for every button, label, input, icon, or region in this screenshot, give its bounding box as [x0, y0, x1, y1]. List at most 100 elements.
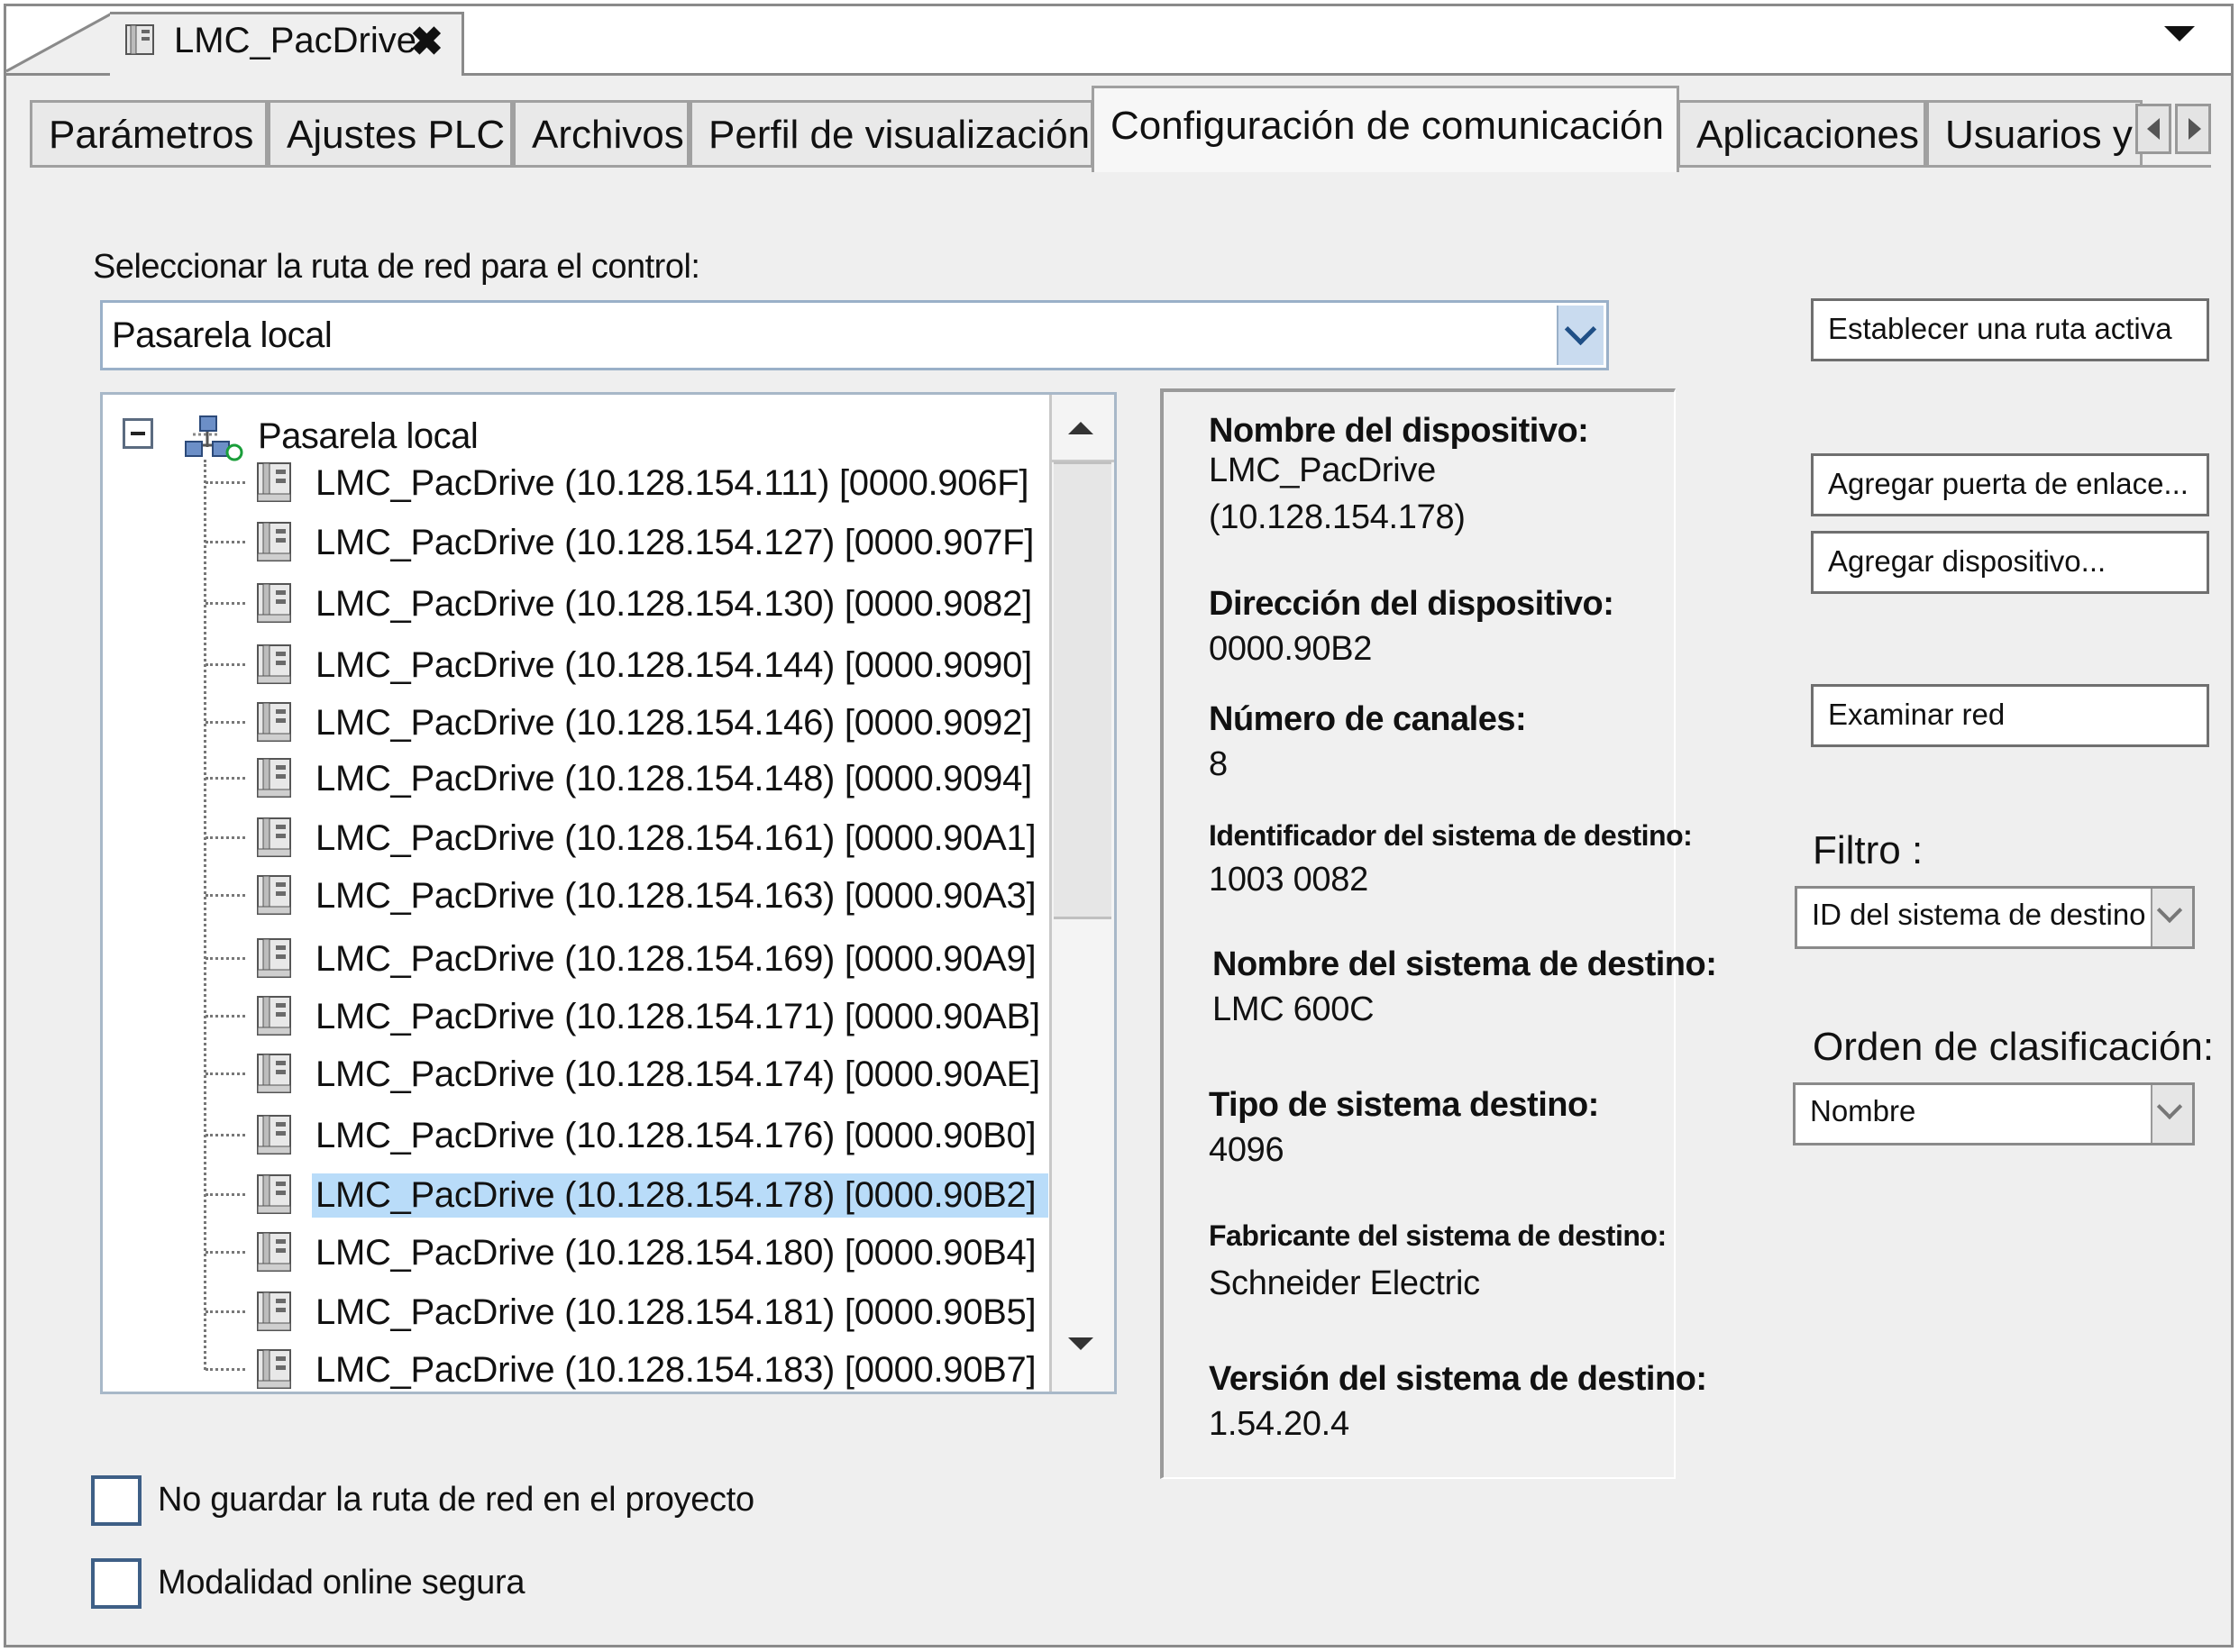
tree-node-device[interactable]: LMC_PacDrive (10.128.154.180) [0000.90B4…: [103, 1224, 1040, 1280]
plc-device-icon: [254, 699, 294, 744]
tree-node-device[interactable]: LMC_PacDrive (10.128.154.169) [0000.90A9…: [103, 930, 1040, 986]
target-version-value: 1.54.20.4: [1209, 1405, 1349, 1443]
tree-node-device[interactable]: LMC_PacDrive (10.128.154.146) [0000.9092…: [103, 694, 1040, 750]
scan-network-button[interactable]: Examinar red: [1811, 684, 2209, 747]
plc-device-icon: [254, 519, 294, 564]
vendor-label: Fabricante del sistema de destino:: [1209, 1219, 1667, 1252]
tree-node-device[interactable]: LMC_PacDrive (10.128.154.148) [0000.9094…: [103, 750, 1040, 806]
scroll-up-icon[interactable]: [1068, 422, 1093, 434]
add-device-button[interactable]: Agregar dispositivo...: [1811, 531, 2209, 594]
tree-connector: [206, 836, 245, 839]
tree-connector: [206, 957, 245, 960]
tab-ajustes-plc[interactable]: Ajustes PLC: [268, 100, 513, 165]
vendor-value: Schneider Electric: [1209, 1264, 1480, 1302]
tree-node-label: LMC_PacDrive (10.128.154.163) [0000.90A3…: [315, 876, 1037, 916]
tree-node-device[interactable]: LMC_PacDrive (10.128.154.111) [0000.906F…: [103, 454, 1040, 510]
tree-node-label: LMC_PacDrive (10.128.154.181) [0000.90B5…: [315, 1292, 1037, 1332]
target-id-label: Identificador del sistema de destino:: [1209, 819, 1693, 852]
collapse-icon[interactable]: [123, 418, 153, 449]
tree-connector: [206, 721, 245, 724]
sort-order-select-value: Nombre: [1810, 1094, 1916, 1127]
scroll-down-icon[interactable]: [1068, 1337, 1093, 1350]
tab-scroll-right-icon[interactable]: [2175, 104, 2211, 154]
plc-device-icon: [254, 580, 294, 625]
target-name-label: Nombre del sistema de destino:: [1212, 945, 1717, 983]
plc-device-icon: [254, 755, 294, 800]
chevron-down-icon[interactable]: [1557, 306, 1604, 365]
tree-connector: [206, 894, 245, 897]
sort-order-label: Orden de clasificación:: [1813, 1025, 2215, 1069]
target-id-value: 1003 0082: [1209, 861, 1368, 899]
tree-connector: [206, 663, 245, 666]
plc-device-icon: [254, 1172, 294, 1217]
tree-node-device[interactable]: LMC_PacDrive (10.128.154.176) [0000.90B0…: [103, 1107, 1040, 1163]
tree-node-label: LMC_PacDrive (10.128.154.176) [0000.90B0…: [315, 1116, 1037, 1155]
plc-device-icon: [254, 872, 294, 917]
tab-parametros[interactable]: Parámetros: [30, 100, 268, 165]
chevron-down-icon[interactable]: [2151, 1085, 2192, 1143]
set-active-path-button[interactable]: Establecer una ruta activa: [1811, 298, 2209, 361]
tree-node-device[interactable]: LMC_PacDrive (10.128.154.127) [0000.907F…: [103, 514, 1040, 570]
plc-device-icon: [254, 1289, 294, 1334]
tree-node-device[interactable]: LMC_PacDrive (10.128.154.183) [0000.90B7…: [103, 1341, 1040, 1392]
tab-scroll-left-icon[interactable]: [2135, 104, 2171, 154]
sort-order-select[interactable]: Nombre: [1793, 1082, 2195, 1145]
document-tab-bar: LMC_PacDrive ✖: [6, 6, 2231, 76]
tree-connector: [206, 1134, 245, 1136]
device-address-label: Dirección del dispositivo:: [1209, 585, 1614, 623]
secure-online-checkbox[interactable]: [91, 1558, 142, 1609]
channels-label: Número de canales:: [1209, 700, 1527, 738]
device-info-panel: Nombre del dispositivo: LMC_PacDrive (10…: [1160, 388, 1717, 1479]
plc-device-icon: [125, 24, 154, 55]
document-tab-title: LMC_PacDrive: [174, 21, 416, 60]
device-name-label: Nombre del dispositivo:: [1209, 412, 1589, 450]
route-dropdown[interactable]: Pasarela local: [100, 300, 1609, 370]
add-gateway-button[interactable]: Agregar puerta de enlace...: [1811, 453, 2209, 516]
tab-archivos[interactable]: Archivos: [513, 100, 690, 165]
device-name-value: LMC_PacDrive: [1209, 452, 1436, 489]
tree-node-device[interactable]: LMC_PacDrive (10.128.154.178) [0000.90B2…: [103, 1166, 1049, 1222]
tab-aplicaciones[interactable]: Aplicaciones: [1677, 100, 1926, 165]
plc-device-icon: [254, 993, 294, 1038]
device-tree[interactable]: Pasarela local LMC_PacDrive (10.128.154.…: [100, 392, 1117, 1394]
tab-usuarios-grupos[interactable]: Usuarios y grupos: [1926, 100, 2143, 165]
tree-connector: [206, 1310, 245, 1313]
tree-node-label: LMC_PacDrive (10.128.154.178) [0000.90B2…: [312, 1173, 1049, 1218]
plc-device-icon: [254, 1346, 294, 1392]
tree-node-device[interactable]: LMC_PacDrive (10.128.154.181) [0000.90B5…: [103, 1283, 1040, 1339]
close-icon[interactable]: ✖: [410, 23, 443, 62]
chevron-down-icon[interactable]: [2164, 26, 2195, 41]
tree-connector: [206, 541, 245, 543]
tree-node-device[interactable]: LMC_PacDrive (10.128.154.144) [0000.9090…: [103, 636, 1040, 692]
tree-node-label: LMC_PacDrive (10.128.154.171) [0000.90AB…: [315, 997, 1040, 1036]
tree-connector: [206, 1193, 245, 1196]
tab-perfil-visualizacion[interactable]: Perfil de visualización: [690, 100, 1093, 165]
tree-node-device[interactable]: LMC_PacDrive (10.128.154.174) [0000.90AE…: [103, 1045, 1040, 1101]
tree-node-device[interactable]: LMC_PacDrive (10.128.154.161) [0000.90A1…: [103, 809, 1040, 865]
tree-node-device[interactable]: LMC_PacDrive (10.128.154.163) [0000.90A3…: [103, 867, 1040, 923]
tab-configuracion-comunicacion[interactable]: Configuración de comunicación: [1092, 86, 1679, 172]
secure-online-label: Modalidad online segura: [158, 1564, 525, 1602]
tree-node-label: LMC_PacDrive (10.128.154.174) [0000.90AE…: [315, 1054, 1040, 1094]
tree-connector: [206, 481, 245, 484]
tree-node-device[interactable]: LMC_PacDrive (10.128.154.171) [0000.90AB…: [103, 988, 1040, 1044]
device-editor-window: LMC_PacDrive ✖ Parámetros Ajustes PLC Ar…: [4, 4, 2234, 1647]
plc-device-icon: [254, 1051, 294, 1096]
target-type-value: 4096: [1209, 1131, 1284, 1169]
dont-save-route-label: No guardar la ruta de red en el proyecto: [158, 1481, 754, 1519]
filter-select[interactable]: ID del sistema de destino: [1795, 886, 2195, 949]
plc-device-icon: [254, 815, 294, 860]
dont-save-route-checkbox[interactable]: [91, 1475, 142, 1526]
tree-node-label: LMC_PacDrive (10.128.154.169) [0000.90A9…: [315, 939, 1037, 979]
tree-node-label: LMC_PacDrive (10.128.154.144) [0000.9090…: [315, 645, 1032, 685]
plc-device-icon: [254, 1112, 294, 1157]
tree-connector: [206, 1368, 245, 1371]
tree-root-label: Pasarela local: [258, 416, 479, 456]
device-ip-value: (10.128.154.178): [1209, 498, 1466, 536]
tree-node-device[interactable]: LMC_PacDrive (10.128.154.130) [0000.9082…: [103, 575, 1040, 631]
tree-node-label: LMC_PacDrive (10.128.154.130) [0000.9082…: [315, 584, 1032, 624]
target-type-label: Tipo de sistema destino:: [1209, 1086, 1599, 1124]
chevron-down-icon[interactable]: [2151, 889, 2192, 946]
scrollbar-thumb[interactable]: [1054, 461, 1111, 919]
tree-vertical-scrollbar[interactable]: [1049, 395, 1114, 1392]
